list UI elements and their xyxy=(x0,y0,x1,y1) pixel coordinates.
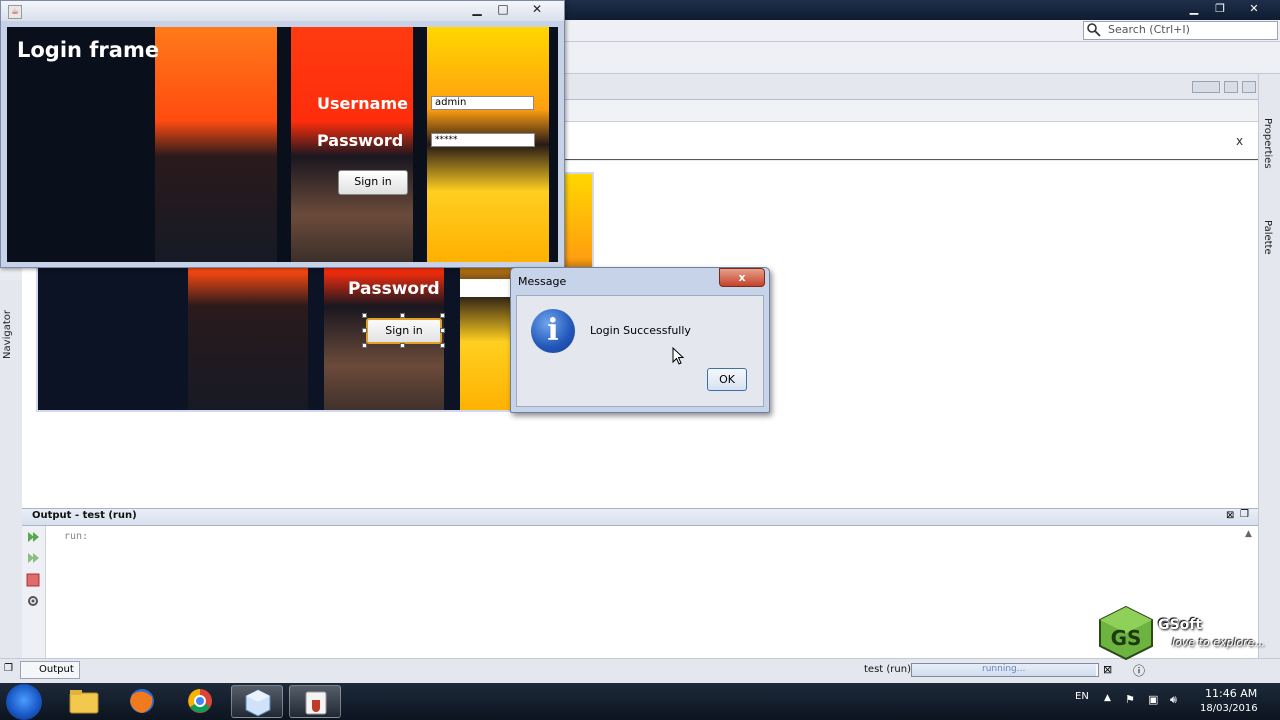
signin-button[interactable]: Sign in xyxy=(338,170,408,195)
output-title: Output - test (run) xyxy=(32,510,137,521)
close-icon[interactable]: ✕ xyxy=(1242,2,1266,17)
java-app-icon: ☕ xyxy=(8,5,22,19)
info-icon: i xyxy=(531,309,575,353)
clock-date[interactable]: 18/03/2016 xyxy=(1200,703,1258,714)
clock-time[interactable]: 11:46 AM xyxy=(1205,687,1257,700)
username-label: Username xyxy=(317,94,408,113)
volume-icon[interactable]: 🔊︎ xyxy=(1170,693,1184,707)
selection-handle[interactable] xyxy=(400,313,405,318)
output-toolbar xyxy=(22,526,46,658)
design-password-label: Password xyxy=(348,279,440,299)
palette-tab[interactable]: Palette xyxy=(1262,220,1273,255)
ok-button[interactable]: OK xyxy=(707,368,747,391)
tab-list-dropdown-icon[interactable] xyxy=(1224,81,1238,93)
restore-icon[interactable]: ❐ xyxy=(1208,2,1232,17)
mouse-cursor-icon xyxy=(672,347,685,365)
selection-handle[interactable] xyxy=(362,343,367,348)
network-icon[interactable]: ▣ xyxy=(1148,693,1162,707)
login-frame-titlebar[interactable]: ▁ □ ✕ xyxy=(1,1,564,21)
notifications-icon[interactable]: ⓘ xyxy=(1133,662,1145,679)
file-explorer-icon[interactable] xyxy=(58,685,110,718)
selection-handle[interactable] xyxy=(440,313,445,318)
minimize-icon[interactable]: ▁ xyxy=(1182,2,1206,17)
selection-handle[interactable] xyxy=(362,313,367,318)
minimize-window-group-icon[interactable]: ❐ xyxy=(4,663,13,674)
selection-handle[interactable] xyxy=(362,328,367,333)
password-field[interactable]: ***** xyxy=(431,133,535,147)
login-frame-title: Login frame xyxy=(17,38,160,62)
settings-icon[interactable] xyxy=(26,594,40,608)
language-indicator[interactable]: EN xyxy=(1075,691,1089,702)
message-dialog-title: Message xyxy=(518,275,567,288)
rerun-icon[interactable] xyxy=(26,530,40,544)
output-maximize-icon[interactable]: ❐ xyxy=(1240,509,1249,520)
username-field[interactable]: admin xyxy=(431,96,534,110)
minimize-icon[interactable]: ▁ xyxy=(465,2,489,18)
message-text: Login Successfully xyxy=(590,324,691,337)
navigator-tab[interactable]: Navigator xyxy=(2,310,20,359)
tab-scroll-arrows-icon[interactable] xyxy=(1192,81,1220,93)
maximize-icon[interactable]: □ xyxy=(491,2,515,18)
output-text: run: xyxy=(64,531,89,542)
selection-handle[interactable] xyxy=(440,343,445,348)
inner-panel-close-icon[interactable]: x xyxy=(1236,134,1243,148)
virtualbox-icon[interactable] xyxy=(231,685,283,718)
search-icon xyxy=(1087,23,1101,37)
watermark-name: GSoft xyxy=(1158,617,1202,633)
scroll-up-icon[interactable]: ▲ xyxy=(1245,529,1252,539)
start-button[interactable] xyxy=(6,684,42,720)
selection-handle[interactable] xyxy=(400,343,405,348)
action-center-flag-icon[interactable]: ⚑ xyxy=(1125,693,1139,707)
output-header xyxy=(22,508,1258,526)
stop-icon[interactable] xyxy=(26,573,40,587)
properties-tab[interactable]: Properties xyxy=(1262,118,1273,169)
cancel-task-icon[interactable]: ⊠ xyxy=(1103,663,1112,676)
close-icon[interactable]: ✕ xyxy=(525,2,549,18)
svg-text:GS: GS xyxy=(1111,626,1142,650)
sunset-image-strip xyxy=(155,27,277,262)
dialog-close-button[interactable]: x xyxy=(719,268,765,287)
show-hidden-icons-icon[interactable]: ▲ xyxy=(1104,693,1118,707)
output-console[interactable] xyxy=(22,526,1258,658)
selection-handle[interactable] xyxy=(440,328,445,333)
output-window-tab[interactable]: Output xyxy=(20,661,80,679)
watermark-tagline: love to explore... xyxy=(1172,636,1265,649)
search-placeholder: Search (Ctrl+I) xyxy=(1108,23,1190,36)
progress-text: running... xyxy=(982,664,1026,674)
rerun-with-params-icon[interactable] xyxy=(26,551,40,565)
status-task-name: test (run) xyxy=(864,664,911,675)
maximize-editor-icon[interactable] xyxy=(1242,81,1256,93)
chrome-icon[interactable] xyxy=(174,685,226,718)
gsoft-logo: GS xyxy=(1099,605,1153,661)
design-signin-button-selected[interactable]: Sign in xyxy=(366,318,442,344)
java-app-icon[interactable] xyxy=(289,685,341,718)
output-close-icon[interactable]: ⊠ xyxy=(1226,510,1234,521)
firefox-icon[interactable] xyxy=(116,685,168,718)
password-label: Password xyxy=(317,131,404,150)
